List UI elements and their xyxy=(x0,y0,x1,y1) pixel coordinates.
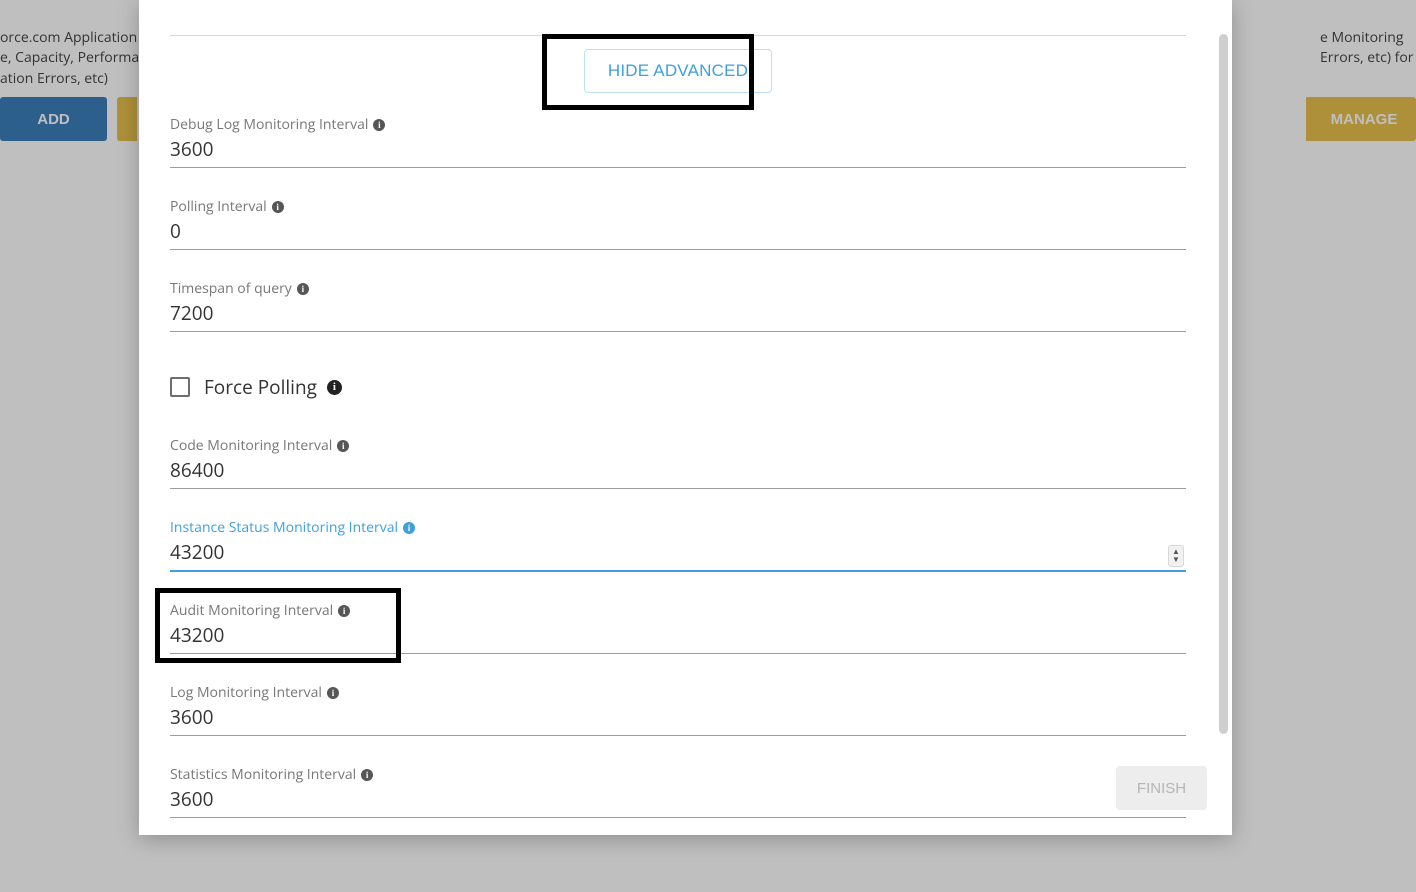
field-label: Timespan of query i xyxy=(170,279,1186,298)
field-label: Debug Log Monitoring Interval i xyxy=(170,115,1186,134)
instance-status-input[interactable] xyxy=(170,537,1186,572)
field-debug-log: Debug Log Monitoring Interval i xyxy=(170,115,1186,168)
info-icon[interactable]: i xyxy=(297,283,309,295)
label-text: Statistics Monitoring Interval xyxy=(170,765,356,784)
code-monitoring-input[interactable] xyxy=(170,455,1186,489)
field-label: Instance Status Monitoring Interval i xyxy=(170,518,1186,537)
label-text: Audit Monitoring Interval xyxy=(170,601,333,620)
log-input[interactable] xyxy=(170,702,1186,736)
statistics-input[interactable] xyxy=(170,784,1186,818)
field-label: Statistics Monitoring Interval i xyxy=(170,765,1186,784)
label-text: Log Monitoring Interval xyxy=(170,683,322,702)
info-icon[interactable]: i xyxy=(327,380,342,395)
label-text: Instance Status Monitoring Interval xyxy=(170,518,398,537)
info-icon[interactable]: i xyxy=(337,440,349,452)
timespan-input[interactable] xyxy=(170,298,1186,332)
audit-input[interactable] xyxy=(170,620,1186,654)
force-polling-label: Force Polling i xyxy=(204,374,342,400)
finish-button[interactable]: FINISH xyxy=(1116,766,1207,810)
force-polling-checkbox[interactable] xyxy=(170,377,190,397)
scrollbar-thumb[interactable] xyxy=(1219,34,1228,734)
polling-input[interactable] xyxy=(170,216,1186,250)
info-icon[interactable]: i xyxy=(361,769,373,781)
debug-log-input[interactable] xyxy=(170,134,1186,168)
force-polling-row: Force Polling i xyxy=(170,374,1186,400)
label-text: Code Monitoring Interval xyxy=(170,436,332,455)
field-label: Polling Interval i xyxy=(170,197,1186,216)
field-label: Code Monitoring Interval i xyxy=(170,436,1186,455)
spinner-down-icon[interactable]: ▼ xyxy=(1172,556,1180,564)
label-text: Timespan of query xyxy=(170,279,292,298)
info-icon[interactable]: i xyxy=(272,201,284,213)
field-code-monitoring: Code Monitoring Interval i xyxy=(170,436,1186,489)
section-divider xyxy=(170,35,1186,36)
field-instance-status: Instance Status Monitoring Interval i ▲ … xyxy=(170,518,1186,572)
field-label: Audit Monitoring Interval i xyxy=(170,601,1186,620)
settings-modal: HIDE ADVANCED Debug Log Monitoring Inter… xyxy=(139,0,1232,835)
field-log: Log Monitoring Interval i xyxy=(170,683,1186,736)
info-icon[interactable]: i xyxy=(403,522,415,534)
field-label: Log Monitoring Interval i xyxy=(170,683,1186,702)
label-text: Force Polling xyxy=(204,374,317,400)
info-icon[interactable]: i xyxy=(373,119,385,131)
field-timespan: Timespan of query i xyxy=(170,279,1186,332)
label-text: Polling Interval xyxy=(170,197,267,216)
field-statistics: Statistics Monitoring Interval i xyxy=(170,765,1186,818)
form-fields: Debug Log Monitoring Interval i Polling … xyxy=(170,115,1186,847)
number-spinner[interactable]: ▲ ▼ xyxy=(1168,545,1184,567)
modal-content: HIDE ADVANCED Debug Log Monitoring Inter… xyxy=(170,0,1200,835)
info-icon[interactable]: i xyxy=(327,687,339,699)
hide-advanced-button[interactable]: HIDE ADVANCED xyxy=(584,49,772,93)
info-icon[interactable]: i xyxy=(338,605,350,617)
label-text: Debug Log Monitoring Interval xyxy=(170,115,368,134)
field-audit: Audit Monitoring Interval i xyxy=(170,601,1186,654)
field-polling: Polling Interval i xyxy=(170,197,1186,250)
